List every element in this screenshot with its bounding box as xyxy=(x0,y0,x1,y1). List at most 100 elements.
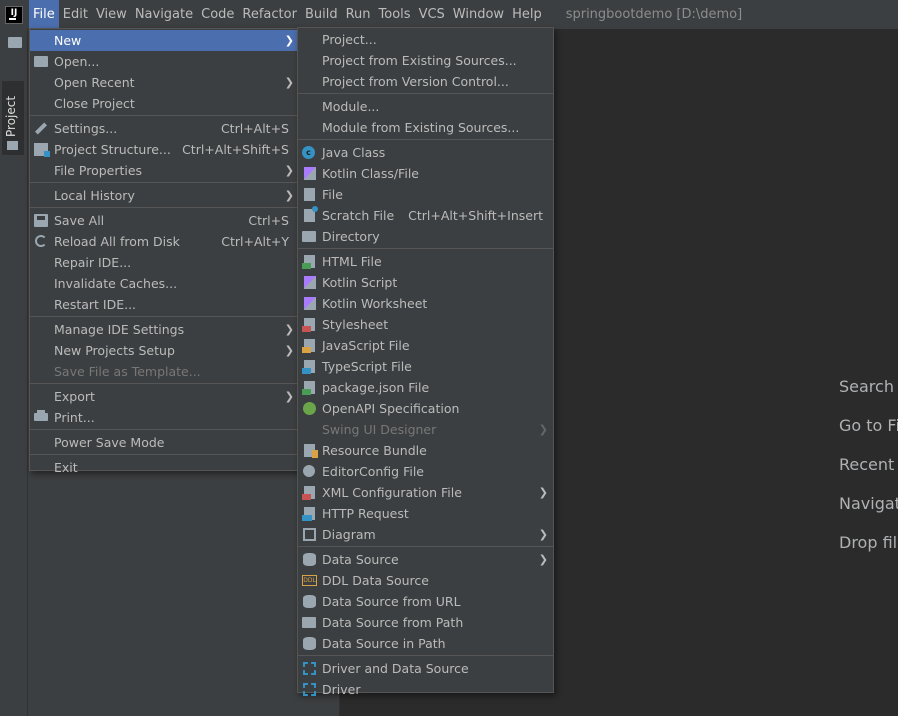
menu-view[interactable]: View xyxy=(92,0,131,29)
menu-item-label: TypeScript File xyxy=(322,359,412,374)
folder-icon[interactable] xyxy=(8,37,22,48)
menu-run[interactable]: Run xyxy=(342,0,375,29)
file-menu-item-save-all[interactable]: Save All Ctrl+S xyxy=(30,210,299,231)
intellij-logo-icon[interactable]: IJ xyxy=(5,5,23,24)
menu-window[interactable]: Window xyxy=(449,0,508,29)
new-menu-item-http-request[interactable]: HTTP Request xyxy=(298,503,553,524)
file-menu-item-export[interactable]: Export ❯ xyxy=(30,386,299,407)
file-menu-item-local-history[interactable]: Local History ❯ xyxy=(30,185,299,206)
menu-edit[interactable]: Edit xyxy=(59,0,92,29)
new-menu-item-editorconfig-file[interactable]: EditorConfig File xyxy=(298,461,553,482)
new-menu-item-package-json-file[interactable]: package.json File xyxy=(298,377,553,398)
menu-item-label: Module from Existing Sources... xyxy=(322,120,520,135)
chevron-right-icon: ❯ xyxy=(538,486,548,499)
new-menu-item-xml-configuration-file[interactable]: XML Configuration File ❯ xyxy=(298,482,553,503)
menu-file[interactable]: File xyxy=(29,0,59,29)
menu-refactor[interactable]: Refactor xyxy=(238,0,301,29)
file-menu-item-file-properties[interactable]: File Properties ❯ xyxy=(30,160,299,181)
new-menu-item-data-source[interactable]: Data Source ❯ xyxy=(298,549,553,570)
menu-item-label: DDL Data Source xyxy=(322,573,429,588)
new-menu-item-openapi-specification[interactable]: OpenAPI Specification xyxy=(298,398,553,419)
new-menu-item-diagram[interactable]: Diagram ❯ xyxy=(298,524,553,545)
menu-item-label: Diagram xyxy=(322,527,376,542)
menu-tools[interactable]: Tools xyxy=(375,0,415,29)
menu-item-label: Data Source in Path xyxy=(322,636,446,651)
new-menu-item-swing-ui-designer: Swing UI Designer ❯ xyxy=(298,419,553,440)
chevron-right-icon: ❯ xyxy=(538,423,548,436)
new-menu-item-data-source-from-path[interactable]: Data Source from Path xyxy=(298,612,553,633)
file-menu-item-invalidate-caches[interactable]: Invalidate Caches... xyxy=(30,273,299,294)
new-menu-item-java-class[interactable]: c Java Class xyxy=(298,142,553,163)
menu-vcs[interactable]: VCS xyxy=(415,0,449,29)
menu-build[interactable]: Build xyxy=(301,0,342,29)
file-menu-item-open[interactable]: Open... xyxy=(30,51,299,72)
new-menu-item-module-from-existing-sources[interactable]: Module from Existing Sources... xyxy=(298,117,553,138)
menu-navigate[interactable]: Navigate xyxy=(131,0,197,29)
file-menu-item-close-project[interactable]: Close Project xyxy=(30,93,299,114)
new-menu-item-html-file[interactable]: HTML File xyxy=(298,251,553,272)
menu-item-label: New xyxy=(54,33,82,48)
new-menu-item-stylesheet[interactable]: Stylesheet xyxy=(298,314,553,335)
menu-item-label: Settings... xyxy=(54,121,118,136)
driver-icon xyxy=(303,662,316,675)
file-menu-item-project-structure[interactable]: Project Structure... Ctrl+Alt+Shift+S xyxy=(30,139,299,160)
menu-item-label: Kotlin Class/File xyxy=(322,166,419,181)
new-menu-item-driver-and-data-source[interactable]: Driver and Data Source xyxy=(298,658,553,679)
menu-item-label: EditorConfig File xyxy=(322,464,424,479)
menu-item-label: JavaScript File xyxy=(322,338,410,353)
database-path-icon xyxy=(303,637,316,650)
menu-item-label: Project Structure... xyxy=(54,142,171,157)
hint-text: Navigat xyxy=(839,494,898,513)
file-menu-item-manage-ide-settings[interactable]: Manage IDE Settings ❯ xyxy=(30,319,299,340)
new-menu-item-javascript-file[interactable]: JavaScript File xyxy=(298,335,553,356)
menu-item-label: Invalidate Caches... xyxy=(54,276,178,291)
ddl-icon: DDL xyxy=(302,575,317,586)
menu-item-label: Directory xyxy=(322,229,380,244)
new-menu-item-kotlin-script[interactable]: Kotlin Script xyxy=(298,272,553,293)
file-menu-item-repair-ide[interactable]: Repair IDE... xyxy=(30,252,299,273)
new-menu-item-project-from-version-control[interactable]: Project from Version Control... xyxy=(298,71,553,92)
new-menu-item-scratch-file[interactable]: Scratch File Ctrl+Alt+Shift+Insert xyxy=(298,205,553,226)
xml-file-icon xyxy=(302,486,315,500)
menu-item-label: HTTP Request xyxy=(322,506,409,521)
new-menu-item-kotlin-class-file[interactable]: Kotlin Class/File xyxy=(298,163,553,184)
file-menu-item-open-recent[interactable]: Open Recent ❯ xyxy=(30,72,299,93)
file-menu-item-print[interactable]: Print... xyxy=(30,407,299,428)
js-file-icon xyxy=(302,339,315,353)
chevron-right-icon: ❯ xyxy=(284,189,294,202)
http-request-icon xyxy=(302,507,315,521)
file-menu-item-exit[interactable]: Exit xyxy=(30,457,299,478)
menu-help[interactable]: Help xyxy=(508,0,546,29)
file-menu-item-reload-all-from-disk[interactable]: Reload All from Disk Ctrl+Alt+Y xyxy=(30,231,299,252)
menu-item-label: Resource Bundle xyxy=(322,443,427,458)
new-menu-item-driver[interactable]: Driver xyxy=(298,679,553,700)
file-menu-item-new-projects-setup[interactable]: New Projects Setup ❯ xyxy=(30,340,299,361)
menu-item-label: Restart IDE... xyxy=(54,297,137,312)
resource-bundle-icon xyxy=(304,444,318,458)
new-menu-item-resource-bundle[interactable]: Resource Bundle xyxy=(298,440,553,461)
new-menu-item-directory[interactable]: Directory xyxy=(298,226,553,247)
file-menu-item-power-save-mode[interactable]: Power Save Mode xyxy=(30,432,299,453)
new-menu-item-data-source-in-path[interactable]: Data Source in Path xyxy=(298,633,553,654)
menu-item-label: Print... xyxy=(54,410,95,425)
new-menu-item-project[interactable]: Project... xyxy=(298,29,553,50)
file-menu-item-new[interactable]: New ❯ xyxy=(30,30,299,51)
menu-item-label: Data Source from Path xyxy=(322,615,464,630)
menu-item-label: Driver and Data Source xyxy=(322,661,469,676)
new-menu-item-project-from-existing-sources[interactable]: Project from Existing Sources... xyxy=(298,50,553,71)
new-menu-item-data-source-from-url[interactable]: Data Source from URL xyxy=(298,591,553,612)
project-tab-label: Project xyxy=(4,95,18,137)
driver-icon xyxy=(303,683,316,696)
new-menu-item-kotlin-worksheet[interactable]: Kotlin Worksheet xyxy=(298,293,553,314)
new-menu-item-typescript-file[interactable]: TypeScript File xyxy=(298,356,553,377)
menu-item-label: Manage IDE Settings xyxy=(54,322,185,337)
new-menu-item-file[interactable]: File xyxy=(298,184,553,205)
shortcut-label: Ctrl+Alt+S xyxy=(220,121,289,136)
menu-code[interactable]: Code xyxy=(197,0,238,29)
menu-item-label: HTML File xyxy=(322,254,382,269)
new-menu-item-ddl-data-source[interactable]: DDL DDL Data Source xyxy=(298,570,553,591)
shortcut-label: Ctrl+Alt+Y xyxy=(221,234,289,249)
new-menu-item-module[interactable]: Module... xyxy=(298,96,553,117)
file-menu-item-settings[interactable]: Settings... Ctrl+Alt+S xyxy=(30,118,299,139)
file-menu-item-restart-ide[interactable]: Restart IDE... xyxy=(30,294,299,315)
